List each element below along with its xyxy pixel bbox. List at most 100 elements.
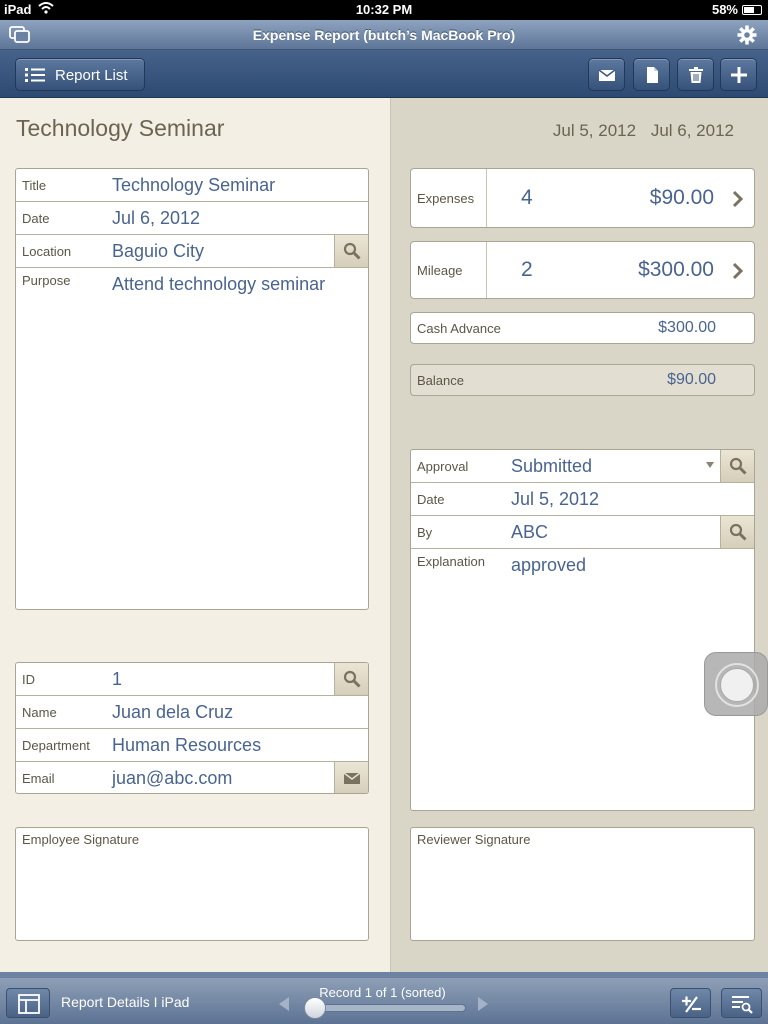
trash-icon	[689, 67, 703, 83]
mail-icon	[343, 772, 361, 784]
send-email-button[interactable]	[334, 762, 368, 793]
report-list-label: Report List	[55, 67, 128, 84]
purpose-value[interactable]: Attend technology seminar	[112, 274, 325, 295]
search-icon	[729, 457, 747, 475]
start-date: Jul 5, 2012	[552, 121, 637, 140]
date-label: Date	[22, 211, 50, 226]
mileage-amount: $300.00	[638, 258, 714, 281]
expenses-amount: $90.00	[649, 186, 714, 209]
mileage-count: 2	[521, 258, 533, 281]
date-value[interactable]: Jul 6, 2012	[112, 208, 200, 229]
date-row[interactable]: Date Jul 6, 2012	[16, 202, 368, 235]
location-value[interactable]: Baguio City	[112, 241, 204, 262]
record-slider[interactable]	[306, 1004, 466, 1012]
approved-by-label: By	[417, 525, 433, 540]
gear-icon[interactable]	[736, 24, 758, 46]
approved-by-row[interactable]: By ABC	[411, 516, 754, 549]
record-counter: Record 1 of 1 (sorted)	[319, 985, 446, 1000]
record-slider-knob[interactable]	[304, 997, 326, 1019]
chevron-right-icon	[732, 190, 744, 208]
layout-name[interactable]: Report Details I iPad	[61, 994, 189, 1010]
find-button[interactable]	[721, 988, 762, 1018]
employee-signature-label: Employee Signature	[22, 832, 140, 847]
new-record-icon	[647, 67, 658, 83]
reviewer-search-button[interactable]	[720, 516, 754, 548]
window-title: Expense Report (butch’s MacBook Pro)	[252, 27, 516, 43]
next-record-icon[interactable]	[476, 996, 490, 1012]
report-info-box: Title Technology Seminar Date Jul 6, 201…	[15, 168, 369, 610]
dropdown-arrow-icon[interactable]	[706, 462, 714, 468]
add-button[interactable]	[720, 58, 757, 91]
email-icon	[598, 69, 616, 81]
plus-icon	[731, 67, 747, 83]
approval-date-value[interactable]: Jul 5, 2012	[511, 489, 599, 510]
plus-minus-icon	[682, 996, 701, 1013]
search-icon	[343, 242, 361, 260]
previous-record-icon[interactable]	[277, 996, 291, 1012]
report-heading: Technology Seminar	[16, 115, 225, 141]
approval-label: Approval	[417, 459, 469, 474]
id-value[interactable]: 1	[112, 669, 122, 690]
approval-search-button[interactable]	[720, 450, 754, 482]
approval-dropdown[interactable]: Submitted	[511, 456, 592, 477]
divider	[486, 242, 487, 298]
bottom-bar: Report Details I iPad Record 1 of 1 (sor…	[0, 972, 768, 1024]
report-list-button[interactable]: Report List	[15, 58, 145, 91]
department-value[interactable]: Human Resources	[112, 735, 261, 756]
find-list-icon	[732, 996, 753, 1014]
name-label: Name	[22, 705, 57, 720]
reviewer-signature-field[interactable]: Reviewer Signature	[410, 827, 755, 941]
assistive-touch-button[interactable]	[704, 652, 768, 716]
name-value[interactable]: Juan dela Cruz	[112, 702, 233, 723]
expenses-label: Expenses	[417, 191, 475, 206]
approval-date-row[interactable]: Date Jul 5, 2012	[411, 483, 754, 516]
approval-box: Approval Submitted Date Jul 5, 2012 By A…	[410, 449, 755, 811]
cash-advance-label: Cash Advance	[417, 321, 501, 336]
sort-button[interactable]	[670, 988, 711, 1018]
layout-menu-button[interactable]	[6, 988, 50, 1018]
employee-box: ID 1 Name Juan dela Cruz Department Huma…	[15, 662, 369, 794]
assistive-dot	[720, 668, 754, 702]
location-label: Location	[22, 244, 72, 259]
email-button[interactable]	[588, 58, 625, 91]
approval-date-label: Date	[417, 492, 445, 507]
cash-advance-field[interactable]: Cash Advance $300.00	[410, 312, 755, 344]
employee-signature-field[interactable]: Employee Signature	[15, 827, 369, 941]
id-row[interactable]: ID 1	[16, 663, 368, 696]
email-label: Email	[22, 771, 55, 786]
employee-search-button[interactable]	[334, 663, 368, 695]
title-label: Title	[22, 178, 47, 193]
email-row[interactable]: Email juan@abc.com	[16, 762, 368, 793]
approved-by-value[interactable]: ABC	[511, 522, 548, 543]
location-search-button[interactable]	[334, 235, 368, 267]
app-root: iPad 10:32 PM 58% Expense Report (butch’…	[0, 0, 768, 1024]
end-date: Jul 6, 2012	[650, 121, 734, 140]
approval-row[interactable]: Approval Submitted	[411, 450, 754, 483]
title-value[interactable]: Technology Seminar	[112, 175, 275, 196]
name-row[interactable]: Name Juan dela Cruz	[16, 696, 368, 729]
toolbar: Report List	[0, 50, 768, 98]
cash-advance-value[interactable]: $300.00	[658, 319, 716, 337]
explanation-row[interactable]: Explanation approved	[411, 549, 754, 810]
report-date-range: Jul 5, 2012 Jul 6, 2012	[543, 121, 734, 141]
location-row[interactable]: Location Baguio City	[16, 235, 368, 268]
explanation-value[interactable]: approved	[511, 555, 586, 576]
balance-field: Balance $90.00	[410, 364, 755, 396]
purpose-row[interactable]: Purpose Attend technology seminar	[16, 268, 368, 609]
department-row[interactable]: Department Human Resources	[16, 729, 368, 762]
mileage-summary[interactable]: Mileage 2 $300.00	[410, 241, 755, 299]
search-icon	[343, 670, 361, 688]
divider	[486, 169, 487, 227]
delete-button[interactable]	[677, 58, 714, 91]
department-label: Department	[22, 738, 90, 753]
new-record-button[interactable]	[633, 58, 670, 91]
battery-percent: 58%	[711, 2, 738, 17]
mileage-label: Mileage	[417, 263, 463, 278]
layout-icon	[18, 994, 40, 1014]
email-value[interactable]: juan@abc.com	[112, 768, 232, 789]
explanation-label: Explanation	[417, 554, 485, 569]
expenses-summary[interactable]: Expenses 4 $90.00	[410, 168, 755, 228]
title-row[interactable]: Title Technology Seminar	[16, 169, 368, 202]
id-label: ID	[22, 672, 35, 687]
status-bar: iPad 10:32 PM 58%	[0, 0, 768, 20]
